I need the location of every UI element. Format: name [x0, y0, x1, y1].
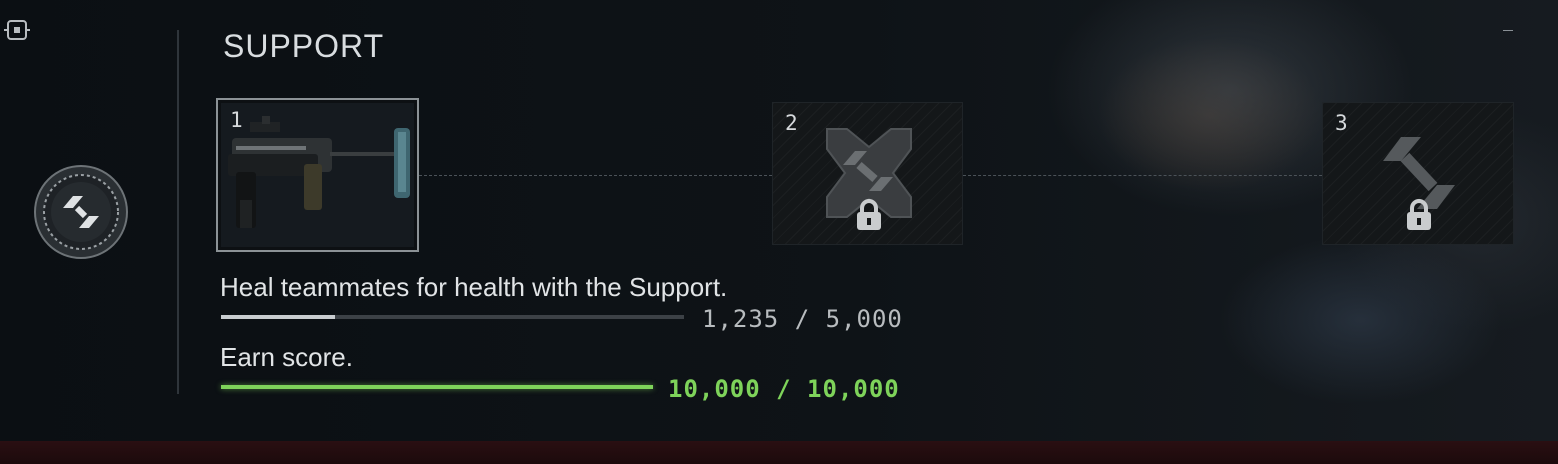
lock-icon [1407, 199, 1431, 230]
tier-1-card[interactable]: 1 [216, 98, 419, 252]
objective-text: Heal teammates for health with the Suppo… [220, 272, 728, 302]
tier-connector [419, 175, 772, 176]
objective-progress-bar [221, 385, 653, 389]
objective-progress-count: 10,000 / 10,000 [668, 375, 900, 403]
progress-fill [221, 385, 653, 389]
objective-progress-count: 1,235 / 5,000 [702, 305, 903, 333]
weapon-image [228, 116, 410, 228]
tier-number: 3 [1335, 111, 1348, 135]
lock-icon [857, 199, 881, 230]
tier-number: 2 [785, 111, 798, 135]
bottom-bar [0, 441, 1558, 464]
class-title: SUPPORT [223, 28, 385, 64]
tier-number: 1 [230, 108, 243, 132]
minimize-icon[interactable] [1503, 30, 1513, 31]
tier-connector [963, 175, 1322, 176]
objective-progress-bar [221, 315, 684, 319]
progress-fill [221, 315, 336, 319]
objective-text: Earn score. [220, 342, 353, 372]
tier-2-card[interactable]: 2 [772, 102, 963, 245]
crosshair-icon[interactable] [4, 18, 30, 42]
tier-3-card[interactable]: 3 [1322, 102, 1514, 245]
support-class-icon [34, 165, 128, 259]
divider [177, 30, 179, 394]
